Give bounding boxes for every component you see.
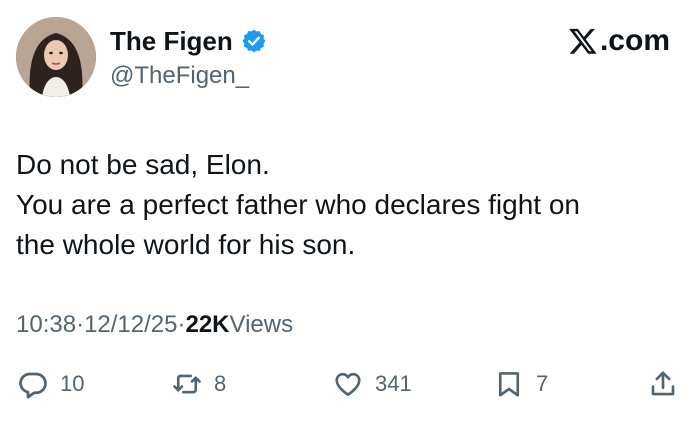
tweet-actions: 10 8 341 7 bbox=[0, 366, 700, 402]
tweet-line: You are a perfect father who declares fi… bbox=[16, 189, 580, 220]
share-button[interactable] bbox=[648, 366, 678, 402]
retweet-button[interactable]: 8 bbox=[172, 366, 226, 402]
retweet-count: 8 bbox=[214, 371, 227, 396]
x-logo-icon bbox=[568, 26, 598, 56]
bookmark-button[interactable]: 7 bbox=[494, 366, 548, 402]
meta-separator: · bbox=[177, 311, 186, 338]
avatar[interactable] bbox=[16, 17, 96, 97]
reply-icon bbox=[18, 369, 48, 399]
verified-badge-icon bbox=[241, 28, 267, 54]
brand: .com bbox=[568, 24, 670, 58]
author-handle[interactable]: @TheFigen_ bbox=[110, 62, 249, 90]
like-button[interactable]: 341 bbox=[333, 366, 412, 402]
tweet-text: Do not be sad, Elon. You are a perfect f… bbox=[16, 145, 676, 265]
tweet-time[interactable]: 10:38 bbox=[16, 309, 76, 341]
tweet-line: the whole world for his son. bbox=[16, 229, 356, 260]
bookmark-icon bbox=[494, 369, 524, 399]
tweet-date[interactable]: 12/12/25 bbox=[84, 309, 177, 341]
meta-separator: · bbox=[76, 311, 85, 338]
brand-text: .com bbox=[599, 24, 670, 57]
author-name-row[interactable]: The Figen bbox=[110, 26, 267, 56]
tweet-line: Do not be sad, Elon. bbox=[16, 149, 270, 180]
share-icon bbox=[648, 369, 678, 399]
bookmark-count: 7 bbox=[536, 371, 549, 396]
tweet-meta: 10:38 · 12/12/25 · 22K Views bbox=[16, 309, 293, 341]
reply-button[interactable]: 10 bbox=[18, 366, 84, 402]
author-display-name[interactable]: The Figen bbox=[110, 26, 233, 56]
avatar-image bbox=[16, 17, 96, 97]
reply-count: 10 bbox=[60, 371, 85, 396]
heart-icon bbox=[333, 369, 363, 399]
like-count: 341 bbox=[375, 371, 412, 396]
views-count: 22K bbox=[185, 311, 230, 338]
views-label: Views bbox=[229, 311, 294, 338]
retweet-icon bbox=[172, 369, 202, 399]
